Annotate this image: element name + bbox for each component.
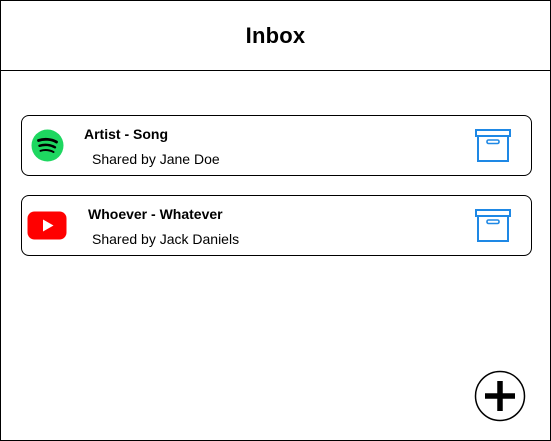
header-bar: Inbox <box>1 1 550 71</box>
share-card[interactable]: Whoever - Whatever Shared by Jack Daniel… <box>21 195 532 256</box>
page-title: Inbox <box>245 22 306 48</box>
spotify-icon <box>31 129 64 162</box>
shared-by-label: Shared by Jack Daniels <box>92 231 240 247</box>
youtube-icon <box>27 211 67 240</box>
share-title: Whoever - Whatever <box>88 206 223 222</box>
archive-box-icon[interactable] <box>475 129 511 162</box>
shared-by-label: Shared by Jane Doe <box>92 151 220 167</box>
archive-box-icon[interactable] <box>475 209 511 242</box>
share-card[interactable]: Artist - Song Shared by Jane Doe <box>21 115 532 176</box>
inbox-screen: Inbox Artist - Song Shared by Jane Doe W… <box>0 0 551 441</box>
add-button[interactable] <box>474 370 526 422</box>
share-title: Artist - Song <box>84 126 168 142</box>
